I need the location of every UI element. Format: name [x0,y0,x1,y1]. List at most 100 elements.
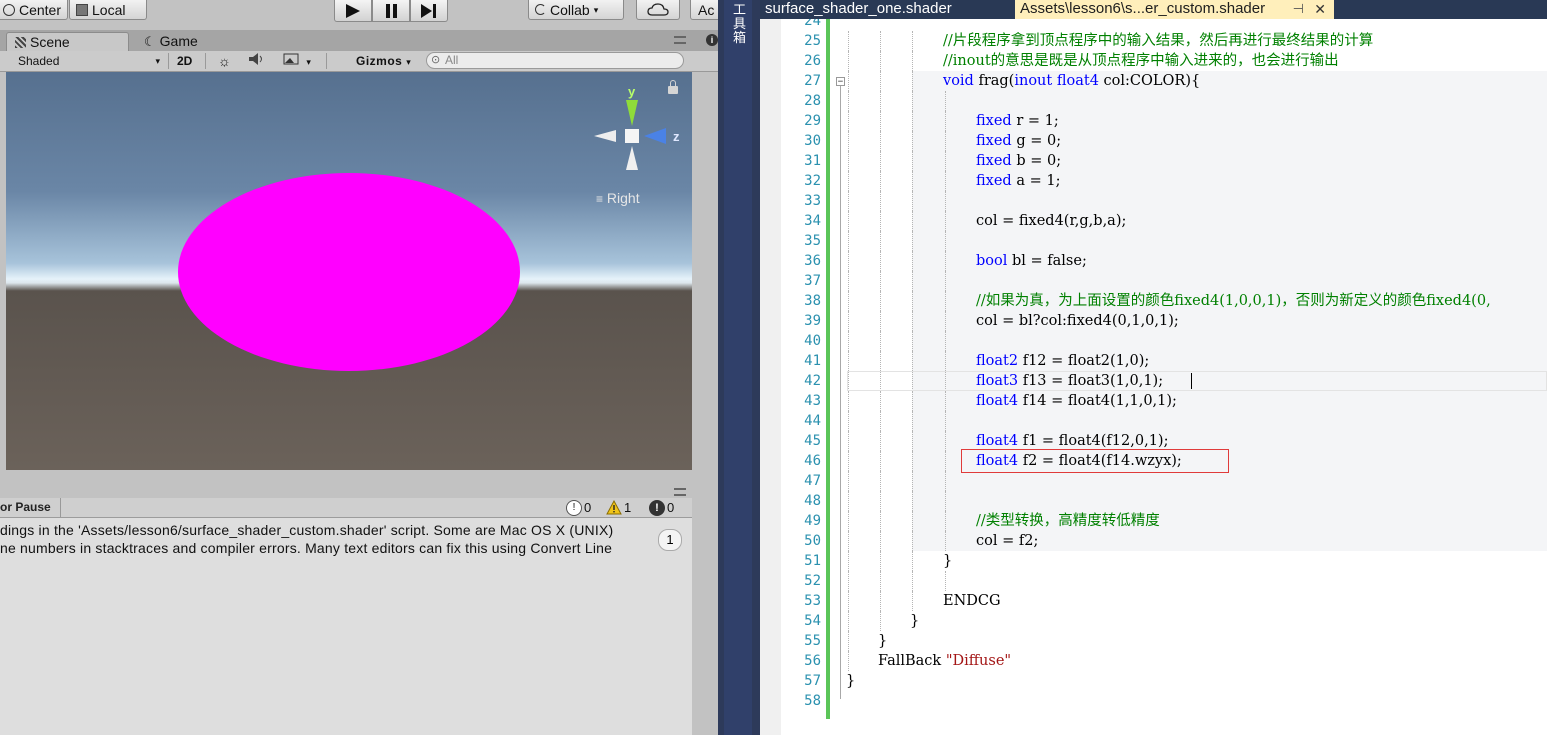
indent-guide [912,391,913,411]
gizmo-neg-y-cone[interactable] [626,146,638,170]
code-line[interactable]: 43 float4 f14 = float4(1,1,0,1); [804,391,1547,411]
code-line[interactable]: 53 ENDCG [804,591,1547,611]
code-text: } [878,631,887,651]
comment-token: //片段程序拿到顶点程序中的输入结果，然后再进行最终结果的计算 [943,33,1374,49]
code-line[interactable]: 35 [804,231,1547,251]
code-line[interactable]: 56 FallBack "Diffuse" [804,651,1547,671]
info-count-toggle[interactable]: ! 0 [566,499,591,516]
code-line[interactable]: 47 [804,471,1547,491]
code-line[interactable]: 39 col = bl?col:fixed4(0,1,0,1); [804,311,1547,331]
view-orientation-label[interactable]: ≡ Right [596,190,640,206]
gizmos-dropdown[interactable]: Gizmos ▾ [352,52,418,70]
code-line[interactable]: 28 [804,91,1547,111]
document-tab-surface-shader-custom[interactable]: Assets\lesson6\s...er_custom.shader ⊣ ✕ [1015,0,1334,19]
console-tab-menu-icon[interactable] [674,488,686,496]
collab-label: Collab [550,1,590,18]
code-line[interactable]: 51} [804,551,1547,571]
code-line[interactable]: 26 //inout的意思是既是从顶点程序中输入进来的，也会进行输出 [804,51,1547,71]
collab-button[interactable]: Collab ▾ [528,0,624,20]
indent-guide [880,191,881,211]
string-token: "Diffuse" [945,653,1012,669]
code-line[interactable]: 58 [804,691,1547,711]
code-token: col = fixed4(r,g,b,a); [976,213,1127,229]
code-line[interactable]: 38 //如果为真，为上面设置的颜色fixed4(1,0,0,1)，否则为新定义的… [804,291,1547,311]
code-line[interactable]: 40 [804,331,1547,351]
error-pause-toggle[interactable]: or Pause [0,498,61,517]
code-line[interactable]: 32 fixed a = 1; [804,171,1547,191]
tab-scene[interactable]: Scene [6,32,129,51]
collapse-toggle-icon[interactable]: − [836,77,845,87]
lighting-toggle[interactable]: ☼ [214,52,236,70]
audio-toggle[interactable] [244,52,266,70]
gizmo-center-cube[interactable] [625,129,639,143]
code-line[interactable]: 54} [804,611,1547,631]
code-line[interactable]: 37 [804,271,1547,291]
shading-mode-dropdown[interactable]: Shaded ▾ [14,52,162,70]
code-editor[interactable]: 24 25 //片段程序拿到顶点程序中的输入结果，然后再进行最终结果的计算 26 //i… [760,19,1547,735]
console-message-line-1[interactable]: dings in the 'Assets/lesson6/surface_sha… [0,522,613,538]
warning-count-toggle[interactable]: 1 [606,499,631,516]
gizmo-z-cone[interactable] [644,128,666,144]
code-line[interactable]: 29 fixed r = 1; [804,111,1547,131]
code-line[interactable]: 24 [804,19,1547,31]
code-line[interactable]: 25 //片段程序拿到顶点程序中的输入结果，然后再进行最终结果的计算 [804,31,1547,51]
error-count-toggle[interactable]: ! 0 [649,499,674,516]
tab-menu-icon[interactable] [674,36,686,44]
console-message-line-2[interactable]: ne numbers in stacktraces and compiler e… [0,540,612,556]
close-icon[interactable]: ✕ [1314,0,1326,18]
code-text-area[interactable]: 24 25 //片段程序拿到顶点程序中的输入结果，然后再进行最终结果的计算 26 //i… [804,19,1547,735]
play-button[interactable] [334,0,372,22]
code-line[interactable]: 55} [804,631,1547,651]
gizmo-y-cone[interactable] [626,100,638,126]
code-line[interactable]: 48 [804,491,1547,511]
info-icon[interactable]: i [706,34,718,46]
panel-splitter[interactable] [0,470,718,498]
document-tab-surface-shader-one[interactable]: surface_shader_one.shader [760,0,957,19]
text-caret [1191,373,1192,389]
code-line[interactable]: 49 //类型转换，高精度转低精度 [804,511,1547,531]
code-line[interactable]: 27 void frag(inout float4 col:COLOR){ [804,71,1547,91]
code-line[interactable]: 33 [804,191,1547,211]
code-token: FallBack [878,653,946,669]
mode-2d-toggle[interactable]: 2D [173,52,199,70]
console-log-area[interactable]: dings in the 'Assets/lesson6/surface_sha… [0,518,692,735]
pin-icon[interactable]: ⊣ [1293,0,1304,18]
magenta-sphere-object[interactable] [178,173,520,371]
search-placeholder: All [445,53,459,67]
code-line[interactable]: 41 float2 f12 = float2(1,0); [804,351,1547,371]
warning-count: 1 [624,500,632,515]
chevron-down-icon: ▾ [406,57,412,67]
code-line[interactable]: 31 fixed b = 0; [804,151,1547,171]
chevron-down-icon: ▾ [306,57,311,67]
code-line[interactable]: 36 bool bl = false; [804,251,1547,271]
pivot-local-button[interactable]: Local [69,0,147,20]
orientation-gizmo[interactable]: y z [592,82,686,202]
code-line[interactable]: 34 col = fixed4(r,g,b,a); [804,211,1547,231]
account-button[interactable]: Ac [690,0,718,20]
cloud-button[interactable] [636,0,680,20]
toolbox-tab[interactable]: 工具箱 [724,0,752,735]
indent-guide [912,171,913,191]
code-line[interactable]: 52 [804,571,1547,591]
code-text: FallBack "Diffuse" [878,651,1011,671]
code-token: } [943,553,953,569]
code-line[interactable]: 45 float4 f1 = float4(f12,0,1); [804,431,1547,451]
code-text: col = bl?col:fixed4(0,1,0,1); [976,311,1179,331]
step-button[interactable] [410,0,448,22]
pause-button[interactable] [372,0,410,22]
tab-game[interactable]: ☾ Game [136,32,216,51]
indent-guide [848,591,849,611]
gizmo-x-cone[interactable] [594,130,616,142]
code-line[interactable]: 30 fixed g = 0; [804,131,1547,151]
effects-dropdown[interactable]: ▾ [279,52,319,70]
line-number: 29 [804,113,821,129]
code-line[interactable]: 44 [804,411,1547,431]
indent-guide [848,31,849,51]
code-line[interactable]: 57} [804,671,1547,691]
scene-viewport[interactable]: y z ≡ Right [6,72,692,470]
code-token: r = 1; [1011,113,1059,129]
code-line[interactable]: 50 col = f2; [804,531,1547,551]
pivot-center-button[interactable]: Center [0,0,68,20]
scene-search-input[interactable]: ⊙ All [426,52,684,69]
panel-edge [692,498,718,735]
